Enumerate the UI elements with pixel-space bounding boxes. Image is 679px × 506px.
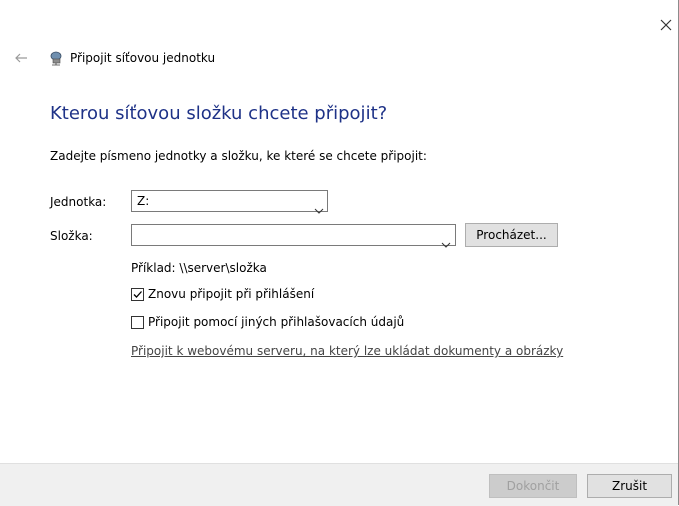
other-credentials-checkbox[interactable] — [131, 316, 144, 329]
dialog-window: Připojit síťovou jednotku Kterou síťovou… — [0, 0, 679, 506]
drive-label: Jednotka: — [50, 195, 107, 209]
browse-button[interactable]: Procházet... — [465, 223, 558, 247]
network-drive-icon — [48, 50, 64, 66]
web-server-link[interactable]: Připojit k webovému serveru, na který lz… — [131, 344, 563, 358]
example-text: Příklad: \\server\složka — [131, 261, 267, 275]
chevron-down-icon[interactable] — [441, 233, 451, 248]
finish-button[interactable]: Dokončit — [489, 474, 577, 498]
folder-input[interactable] — [131, 224, 456, 248]
close-icon[interactable] — [655, 14, 677, 36]
page-heading: Kterou síťovou složku chcete připojit? — [50, 103, 388, 124]
wizard-title: Připojit síťovou jednotku — [70, 51, 216, 65]
dialog-footer: Dokončit Zrušit — [0, 463, 678, 506]
folder-label: Složka: — [50, 229, 93, 243]
other-credentials-label[interactable]: Připojit pomocí jiných přihlašovacích úd… — [148, 315, 404, 329]
reconnect-label[interactable]: Znovu připojit při přihlášení — [148, 287, 314, 301]
cancel-button[interactable]: Zrušit — [587, 474, 672, 498]
chevron-down-icon — [314, 199, 324, 214]
back-arrow-icon[interactable] — [13, 50, 29, 66]
instruction-text: Zadejte písmeno jednotky a složku, ke kt… — [50, 149, 427, 163]
drive-value: Z: — [137, 194, 150, 208]
reconnect-checkbox[interactable] — [131, 288, 144, 301]
drive-select[interactable]: Z: — [131, 190, 328, 214]
